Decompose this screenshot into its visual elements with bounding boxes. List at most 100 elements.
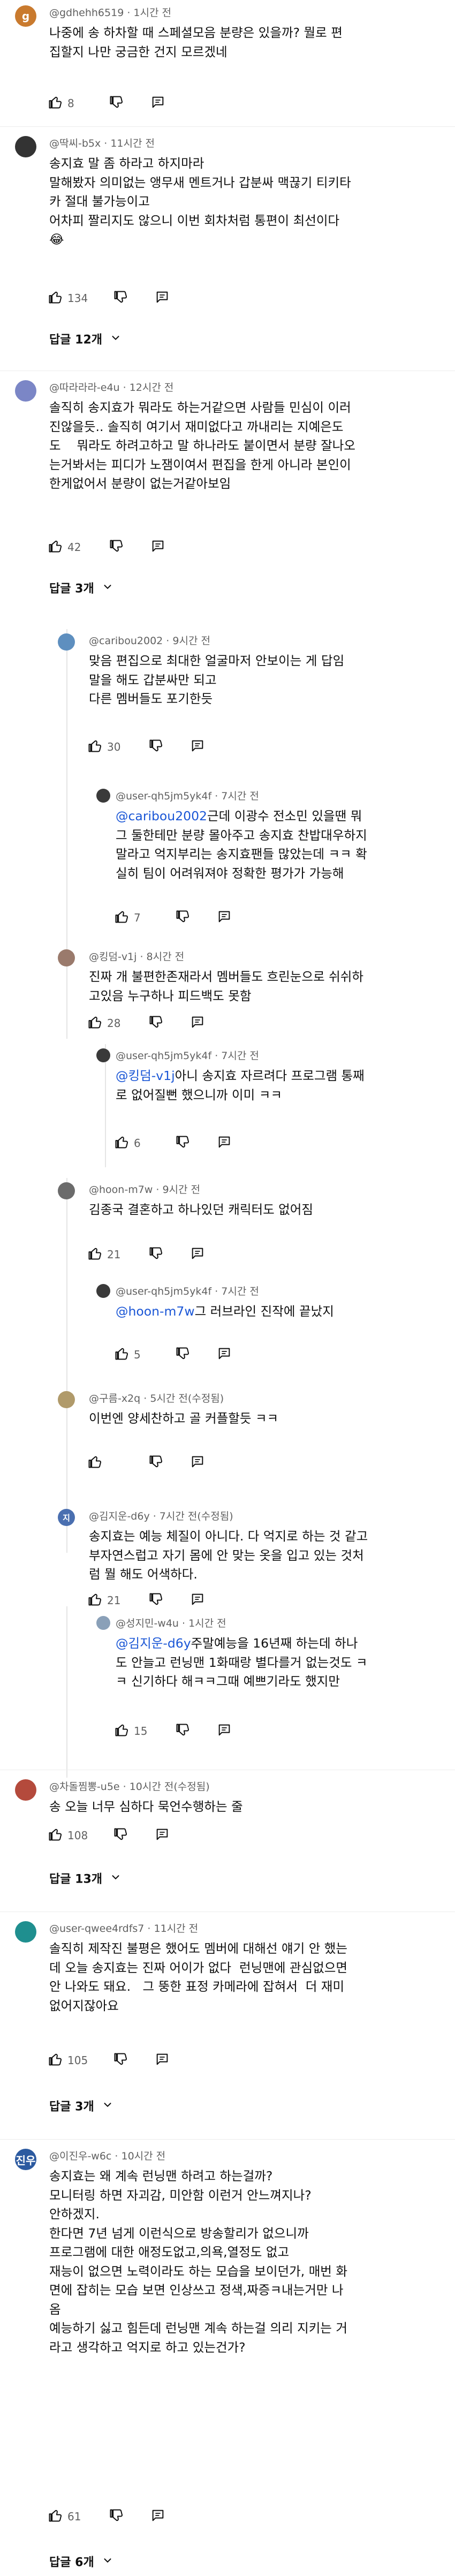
reply-button[interactable] (215, 909, 233, 927)
avatar[interactable] (15, 136, 36, 157)
comment-line: 카 절대 불가능이고 (49, 192, 445, 211)
like-button[interactable] (86, 738, 104, 756)
avatar[interactable] (58, 633, 75, 651)
reply-button[interactable] (188, 1591, 207, 1610)
thumbs-down-icon (148, 738, 163, 756)
dislike-button[interactable] (111, 1826, 130, 1845)
like-button[interactable] (112, 909, 131, 927)
like-button[interactable] (46, 2507, 64, 2526)
reply-button[interactable] (153, 2051, 171, 2069)
dislike-button[interactable] (111, 289, 130, 307)
comment-body: @caribou2002근데 이광수 전소민 있을땐 뭐그 둘한테만 분량 몰아… (116, 807, 442, 883)
avatar[interactable]: 지 (58, 1509, 75, 1526)
avatar[interactable] (15, 1779, 36, 1801)
like-button[interactable] (46, 538, 64, 556)
avatar[interactable] (15, 1921, 36, 1943)
like-button[interactable] (86, 1014, 104, 1032)
dislike-button[interactable] (173, 1346, 192, 1364)
avatar[interactable] (96, 1616, 110, 1630)
comment-text: 실히 팀이 어려워져야 정확한 평가가 가능해 (116, 865, 344, 881)
reply-button[interactable] (188, 738, 207, 756)
avatar[interactable] (58, 949, 75, 966)
dislike-button[interactable] (147, 738, 165, 756)
reply-bubble-icon (190, 738, 205, 756)
comment-line: ㅋ 신기하다 해ㅋㅋ그때 예쁘기라도 했지만 (116, 1672, 442, 1691)
like-button[interactable] (46, 94, 64, 112)
comment-text: 진짜 개 불편한존재라서 멤버들도 흐린눈으로 쉬쉬하 (89, 969, 363, 984)
reply-button[interactable] (215, 1346, 233, 1364)
reply-button[interactable] (153, 1826, 171, 1845)
like-button[interactable] (112, 1134, 131, 1152)
dislike-button[interactable] (147, 1591, 165, 1610)
reply-button[interactable] (149, 94, 167, 112)
reply-button[interactable] (153, 289, 171, 307)
thumbs-up-icon (114, 909, 129, 926)
like-button[interactable] (46, 289, 64, 307)
thumbs-up-icon (48, 95, 63, 112)
mention-link[interactable]: @김지운-d6y (116, 1636, 191, 1651)
avatar[interactable]: 진우 (15, 2149, 36, 2170)
comment-text: 송지효 말 좀 하라고 하지마라 (49, 156, 204, 171)
view-replies-button[interactable]: 답글 3개 (49, 581, 113, 598)
comment-line: 라고 생각하고 억지로 하고 있는건가? (49, 2338, 445, 2358)
like-button[interactable] (46, 1826, 64, 1845)
comment-line: 진않을듯.. 솔직히 여기서 재미없다고 까내리는 지예은도 (49, 418, 445, 437)
comment-line: 맞음 편집으로 최대한 얼굴마저 안보이는 게 답임 (89, 652, 442, 671)
reply-button[interactable] (188, 1245, 207, 1264)
comment-text: 카 절대 불가능이고 (49, 194, 150, 209)
dislike-button[interactable] (147, 1245, 165, 1264)
like-count: 105 (67, 2054, 88, 2067)
reply-bubble-icon (217, 909, 232, 926)
comment-text: 그 둘한테만 분량 몰아주고 송지효 찬밥대우하지 (116, 827, 367, 843)
dislike-button[interactable] (173, 909, 192, 927)
avatar[interactable] (15, 380, 36, 402)
avatar[interactable] (96, 789, 110, 803)
avatar[interactable]: g (15, 5, 36, 27)
avatar[interactable] (58, 1182, 75, 1199)
dislike-button[interactable] (173, 1722, 192, 1740)
comment-actions: 42 (46, 537, 167, 558)
comment-line: 집할지 나만 궁금한 건지 모르겠네 (49, 43, 445, 62)
dislike-button[interactable] (173, 1134, 192, 1152)
like-button[interactable] (86, 1591, 104, 1610)
comment-line: 송지효는 예능 체질이 아니다. 다 억지로 하는 것 같고 (89, 1527, 442, 1546)
comment-text: 말을 해도 갑분싸만 되고 (89, 672, 217, 688)
reply-button[interactable] (149, 2507, 167, 2526)
like-button[interactable] (86, 1245, 104, 1264)
dislike-button[interactable] (107, 2507, 125, 2526)
thumbs-up-icon (48, 290, 63, 307)
view-replies-button[interactable]: 답글 13개 (49, 1871, 122, 1888)
dislike-button[interactable] (111, 2051, 130, 2069)
view-replies-button[interactable]: 답글 12개 (49, 332, 122, 349)
reply-button[interactable] (188, 1014, 207, 1032)
comment-text: 재능이 없으면 노력이라도 하는 모습을 보이던가, 매번 화 (49, 2263, 348, 2279)
chevron-down-icon (102, 2556, 113, 2570)
dislike-button[interactable] (147, 1014, 165, 1032)
avatar[interactable] (96, 1284, 110, 1298)
reply-button[interactable] (149, 538, 167, 556)
dislike-button[interactable] (107, 94, 125, 112)
avatar[interactable] (96, 1048, 110, 1062)
like-button[interactable] (112, 1722, 131, 1740)
reply-button[interactable] (188, 1454, 207, 1472)
comment-line: 프로그램에 대한 애정도없고,의욕,열정도 없고 (49, 2243, 445, 2262)
view-replies-button[interactable]: 답글 3개 (49, 2099, 113, 2116)
comment-line: 말을 해도 갑분싸만 되고 (89, 671, 442, 690)
view-replies-button[interactable]: 답글 6개 (49, 2555, 113, 2571)
comment-text: 한다면 7년 넘게 이런식으로 방송할리가 없으니까 (49, 2225, 309, 2241)
reply-thread-line (66, 629, 67, 1039)
like-button[interactable] (46, 2051, 64, 2069)
reply-button[interactable] (215, 1134, 233, 1152)
like-button[interactable] (86, 1454, 104, 1472)
reply-bubble-icon (155, 1827, 170, 1844)
dislike-button[interactable] (147, 1454, 165, 1472)
dislike-button[interactable] (107, 538, 125, 556)
mention-link[interactable]: @킹덤-v1j (116, 1068, 175, 1083)
reply-button[interactable] (215, 1722, 233, 1740)
comment-line: 안 나와도 돼요. 그 뚱한 표정 카메라에 잡혀서 더 재미 (49, 1977, 445, 1997)
mention-link[interactable]: @caribou2002 (116, 809, 207, 824)
avatar[interactable] (58, 1391, 75, 1408)
thumbs-down-icon (175, 1346, 190, 1363)
mention-link[interactable]: @hoon-m7w (116, 1304, 195, 1319)
like-button[interactable] (112, 1346, 131, 1364)
